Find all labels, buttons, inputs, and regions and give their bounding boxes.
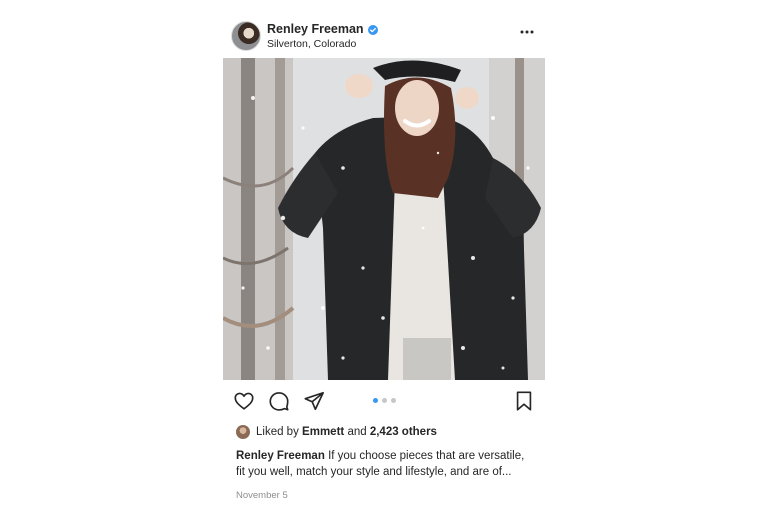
post-photo[interactable] — [223, 58, 545, 380]
heart-icon[interactable] — [233, 390, 255, 412]
carousel-indicator — [373, 398, 396, 403]
photo-woman-in-snow — [223, 58, 545, 380]
more-options-icon[interactable] — [519, 26, 535, 38]
verified-badge-icon — [367, 24, 378, 35]
carousel-dot — [391, 398, 396, 403]
likes-count-link[interactable]: 2,423 others — [370, 426, 437, 438]
username-row: Renley Freeman — [267, 22, 378, 37]
comment-icon[interactable] — [268, 390, 290, 412]
profile-avatar[interactable] — [231, 21, 261, 51]
action-bar — [223, 380, 545, 422]
instagram-post: Renley Freeman Silverton, Colorado Liked… — [223, 14, 545, 501]
location-link[interactable]: Silverton, Colorado — [267, 37, 378, 51]
likes-prefix: Liked by — [256, 426, 299, 438]
likes-row: Liked by Emmett and 2,423 others — [223, 422, 545, 442]
caption-username-link[interactable]: Renley Freeman — [236, 450, 325, 462]
post-date: November 5 — [236, 490, 288, 501]
bookmark-icon[interactable] — [513, 390, 535, 412]
post-caption: Renley Freeman If you choose pieces that… — [223, 448, 536, 480]
paper-plane-icon[interactable] — [303, 390, 325, 412]
likes-connector: and — [347, 426, 367, 438]
liker-avatar[interactable] — [236, 425, 250, 439]
liker-username-link[interactable]: Emmett — [302, 426, 344, 438]
username-link[interactable]: Renley Freeman — [267, 22, 364, 37]
user-block: Renley Freeman Silverton, Colorado — [267, 22, 378, 51]
carousel-dot-active — [373, 398, 378, 403]
carousel-dot — [382, 398, 387, 403]
post-header: Renley Freeman Silverton, Colorado — [223, 14, 545, 58]
